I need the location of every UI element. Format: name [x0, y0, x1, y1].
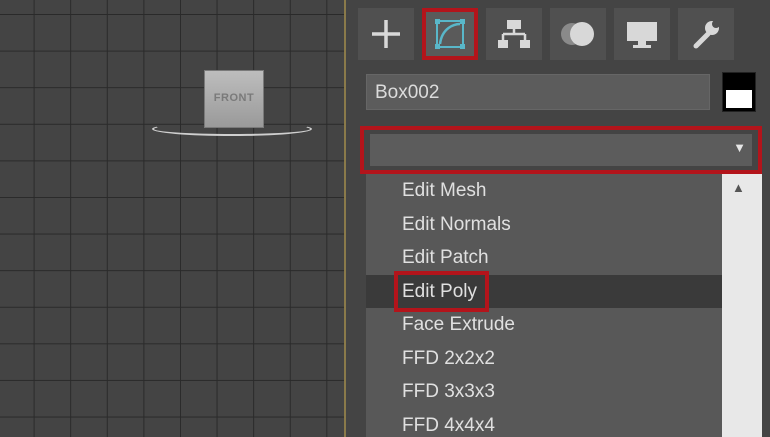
object-name-field[interactable]: Box002 — [366, 74, 710, 110]
plus-icon — [372, 20, 400, 48]
tab-utilities[interactable] — [678, 8, 734, 60]
tab-display[interactable] — [614, 8, 670, 60]
tab-hierarchy[interactable] — [486, 8, 542, 60]
list-item[interactable]: Edit Normals — [366, 208, 722, 242]
color-swatch-inner — [726, 90, 752, 108]
list-scrollbar[interactable]: ▲ — [722, 174, 762, 437]
wrench-icon — [693, 20, 720, 49]
modifier-list-field[interactable] — [370, 134, 752, 166]
list-item[interactable]: Edit Patch — [366, 241, 722, 275]
chevron-up-icon[interactable]: ▲ — [732, 180, 745, 195]
tab-motion[interactable] — [550, 8, 606, 60]
tab-create[interactable] — [358, 8, 414, 60]
display-monitor-icon — [627, 22, 657, 48]
modifier-list-dropdown[interactable]: ▼ — [360, 126, 762, 174]
modify-curve-icon — [435, 19, 465, 49]
object-color-swatch[interactable] — [722, 72, 756, 112]
motion-icon — [561, 22, 594, 46]
list-item[interactable]: FFD 4x4x4 — [366, 409, 722, 437]
chevron-down-icon[interactable]: ▼ — [733, 140, 746, 155]
list-item[interactable]: Face Extrude — [366, 308, 722, 342]
list-item-selected[interactable]: Edit Poly — [366, 270, 722, 312]
front-viewport[interactable]: FRONT — [0, 0, 344, 437]
list-item[interactable]: FFD 2x2x2 — [366, 342, 722, 376]
list-item[interactable]: Edit Mesh — [366, 174, 722, 208]
viewcube-label: FRONT — [213, 92, 255, 104]
hierarchy-icon — [498, 20, 530, 48]
list-item[interactable]: FFD 3x3x3 — [366, 375, 722, 409]
viewcube[interactable]: FRONT — [204, 70, 264, 128]
modifier-list[interactable]: Edit Mesh Edit Normals Edit Patch Edit P… — [366, 174, 722, 437]
tab-modify[interactable] — [422, 8, 478, 60]
command-panel-tabs — [354, 4, 770, 60]
